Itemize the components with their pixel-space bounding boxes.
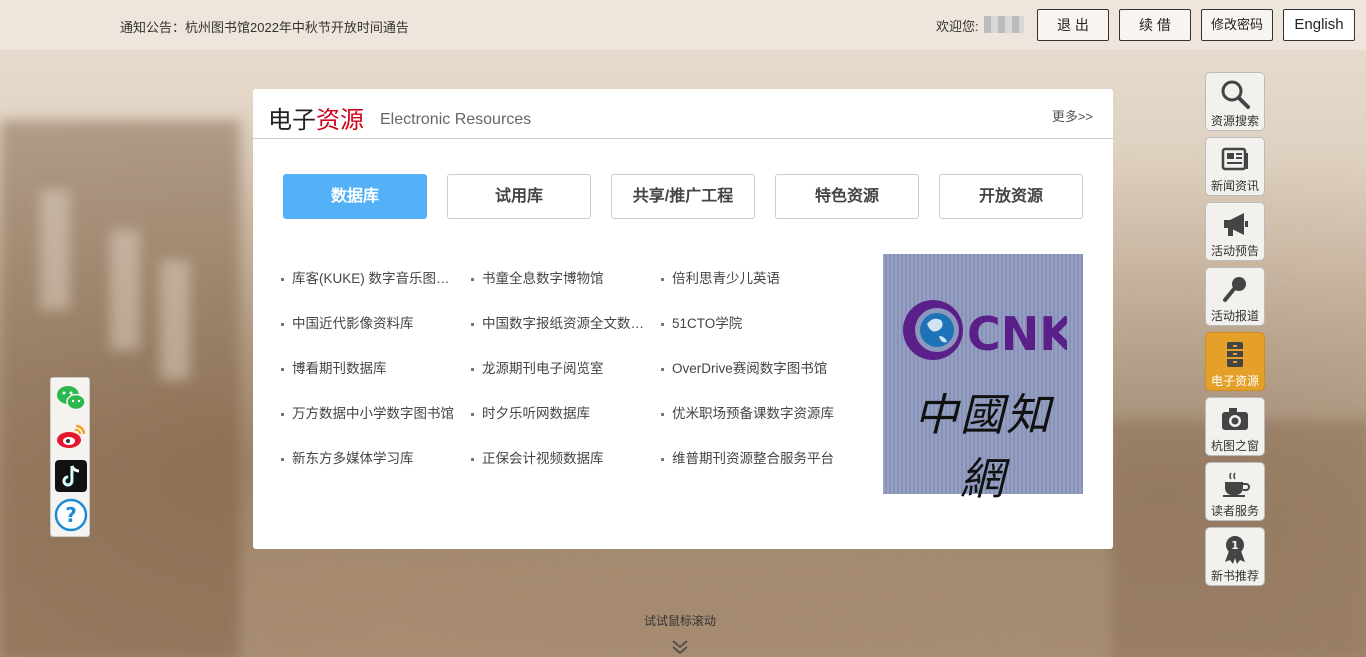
panel-header: 电子资源 Electronic Resources 更多>>: [253, 89, 1113, 139]
resource-link[interactable]: 中国近代影像资料库: [281, 312, 461, 332]
resource-link[interactable]: 龙源期刊电子阅览室: [471, 357, 651, 377]
resource-link[interactable]: 优米职场预备课数字资源库: [661, 402, 841, 422]
sidebar-item-news[interactable]: 新闻资讯: [1205, 137, 1265, 196]
coffee-icon: [1223, 472, 1250, 497]
cnki-logo-text: CNKI: [967, 307, 1067, 361]
welcome-text: 欢迎您:: [936, 19, 979, 34]
sidebar-item-library-window[interactable]: 杭图之窗: [1205, 397, 1265, 456]
help-icon[interactable]: ?: [54, 498, 88, 532]
sidebar-item-new-books[interactable]: 1 新书推荐: [1205, 527, 1265, 586]
change-password-button[interactable]: 修改密码: [1201, 9, 1273, 41]
renew-button[interactable]: 续 借: [1119, 9, 1191, 41]
tab-shared[interactable]: 共享/推广工程: [611, 174, 755, 219]
resource-link[interactable]: 正保会计视频数据库: [471, 447, 651, 467]
panel-title-red: 资源: [316, 106, 364, 134]
username-redacted: [984, 16, 1024, 33]
camera-icon: [1222, 408, 1248, 430]
cnki-banner[interactable]: CNKI 中國知網: [883, 254, 1083, 505]
panel-title: 电子资源: [268, 100, 364, 135]
resource-link[interactable]: OverDrive赛阅数字图书馆: [661, 357, 841, 377]
sidebar-item-label: 新书推荐: [1210, 569, 1259, 583]
tab-database[interactable]: 数据库: [283, 174, 427, 219]
sidebar-item-label: 读者服务: [1210, 504, 1259, 518]
chevron-down-icon[interactable]: [671, 638, 689, 656]
sidebar-item-label: 活动报道: [1210, 309, 1259, 323]
sidebar-item-resource-search[interactable]: 资源搜索: [1205, 72, 1265, 131]
resource-link[interactable]: 新东方多媒体学习库: [281, 447, 461, 467]
scroll-hint: 试试鼠标滚动: [644, 614, 717, 628]
resource-link[interactable]: 维普期刊资源整合服务平台: [661, 447, 841, 467]
background-building: [0, 120, 240, 657]
background-window: [40, 190, 70, 310]
resource-link[interactable]: 倍利思青少儿英语: [661, 267, 841, 287]
sidebar-item-reader-service[interactable]: 读者服务: [1205, 462, 1265, 521]
resource-link[interactable]: 中国数字报纸资源全文数据库: [471, 312, 651, 332]
cnki-logo: CNKI: [903, 300, 1067, 361]
resource-link[interactable]: 库客(KUKE) 数字音乐图书馆: [281, 267, 461, 287]
electronic-resources-panel: 电子资源 Electronic Resources 更多>> 数据库 试用库 共…: [253, 89, 1113, 549]
logout-button[interactable]: 退 出: [1037, 9, 1109, 41]
svg-text:?: ?: [65, 503, 77, 527]
weibo-icon[interactable]: [54, 420, 88, 454]
tab-trial[interactable]: 试用库: [447, 174, 591, 219]
resource-link[interactable]: 博看期刊数据库: [281, 357, 461, 377]
cabinet-icon: [1227, 342, 1243, 367]
microphone-icon: [1223, 277, 1246, 302]
newspaper-icon: [1221, 147, 1248, 171]
panel-title-prefix: 电子: [268, 106, 316, 134]
cnki-chinese-name: 中國知網: [914, 390, 1052, 505]
background-window: [160, 260, 190, 380]
sidebar-item-event-report[interactable]: 活动报道: [1205, 267, 1265, 326]
notice-link[interactable]: 通知公告：杭州图书馆2022年中秋节开放时间通告: [120, 17, 409, 36]
tab-featured[interactable]: 特色资源: [775, 174, 919, 219]
resource-link[interactable]: 万方数据中小学数字图书馆: [281, 402, 461, 422]
resource-link[interactable]: 51CTO学院: [661, 312, 841, 332]
resource-link[interactable]: 时夕乐听网数据库: [471, 402, 651, 422]
tab-open[interactable]: 开放资源: [939, 174, 1083, 219]
megaphone-icon: [1224, 213, 1248, 236]
resource-link[interactable]: 书童全息数字博物馆: [471, 267, 651, 287]
more-link[interactable]: 更多>>: [1052, 106, 1093, 125]
wechat-icon[interactable]: [54, 381, 88, 415]
background-window: [110, 230, 140, 350]
sidebar-item-event-preview[interactable]: 活动预告: [1205, 202, 1265, 261]
sidebar-item-label: 杭图之窗: [1210, 439, 1259, 453]
social-bar: ?: [50, 377, 90, 537]
search-icon: [1221, 80, 1250, 109]
tiktok-icon[interactable]: [54, 459, 88, 493]
svg-text:1: 1: [1231, 539, 1239, 552]
panel-title-english: Electronic Resources: [380, 111, 532, 128]
top-bar: 通知公告：杭州图书馆2022年中秋节开放时间通告 欢迎您: 退 出 续 借 修改…: [0, 0, 1366, 50]
award-icon: 1: [1225, 536, 1245, 564]
sidebar-item-electronic-resources[interactable]: 电子资源: [1205, 332, 1265, 391]
sidebar-item-label: 资源搜索: [1210, 114, 1259, 128]
sidebar-item-label: 活动预告: [1210, 244, 1259, 258]
sidebar-item-label: 新闻资讯: [1210, 179, 1259, 193]
english-button[interactable]: English: [1283, 9, 1355, 41]
sidebar-item-label: 电子资源: [1210, 374, 1259, 388]
